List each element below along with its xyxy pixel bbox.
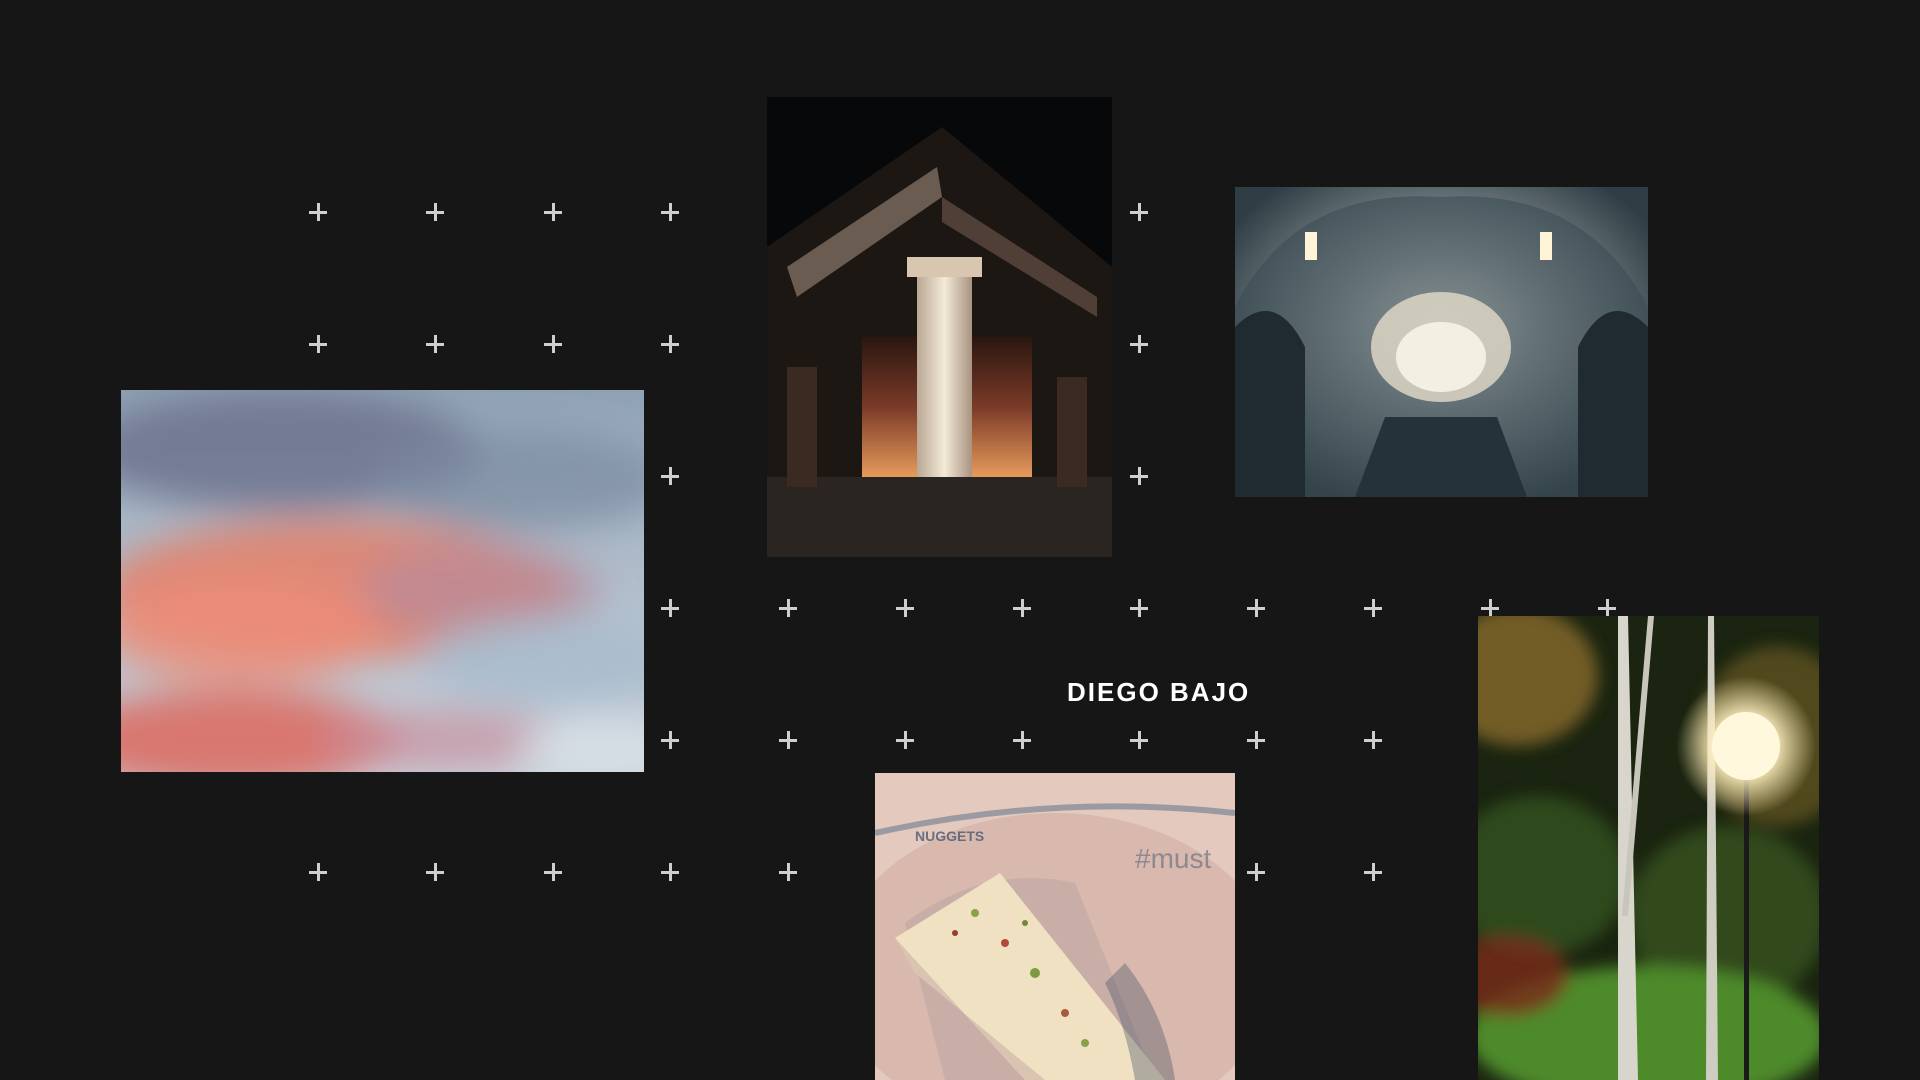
clouds-image — [121, 390, 644, 772]
plus-icon — [661, 863, 679, 881]
building-image — [767, 97, 1112, 557]
plus-icon — [661, 731, 679, 749]
plus-icon — [1130, 731, 1148, 749]
plus-icon — [1481, 599, 1499, 617]
photo-building[interactable] — [767, 97, 1112, 557]
plus-icon — [426, 335, 444, 353]
page-title: DIEGO BAJO — [1067, 677, 1251, 708]
plus-icon — [426, 863, 444, 881]
plus-icon — [1364, 731, 1382, 749]
photo-cake[interactable]: NUGGETS #must — [875, 773, 1235, 1080]
interior-image — [1235, 187, 1648, 497]
plus-icon — [661, 599, 679, 617]
plus-icon — [1247, 731, 1265, 749]
plus-icon — [1364, 863, 1382, 881]
plus-icon — [426, 203, 444, 221]
plus-icon — [779, 863, 797, 881]
plus-icon — [544, 203, 562, 221]
plus-icon — [309, 335, 327, 353]
plus-icon — [544, 863, 562, 881]
plus-icon — [1013, 599, 1031, 617]
photo-clouds[interactable] — [121, 390, 644, 772]
forest-image — [1478, 616, 1819, 1080]
photo-forest[interactable] — [1478, 616, 1819, 1080]
plus-icon — [779, 599, 797, 617]
plus-icon — [309, 863, 327, 881]
plus-icon — [1130, 335, 1148, 353]
plus-icon — [1130, 467, 1148, 485]
cake-image: NUGGETS #must — [875, 773, 1235, 1080]
plus-icon — [1130, 203, 1148, 221]
plus-icon — [1364, 599, 1382, 617]
plus-icon — [1598, 599, 1616, 617]
plus-icon — [1247, 863, 1265, 881]
plus-icon — [1247, 599, 1265, 617]
svg-text:NUGGETS: NUGGETS — [915, 828, 984, 844]
plus-icon — [661, 203, 679, 221]
plus-icon — [661, 467, 679, 485]
plus-icon — [896, 731, 914, 749]
photo-interior[interactable] — [1235, 187, 1648, 497]
plus-icon — [896, 599, 914, 617]
plus-icon — [544, 335, 562, 353]
plus-icon — [309, 203, 327, 221]
plus-icon — [661, 335, 679, 353]
plus-icon — [1013, 731, 1031, 749]
plus-icon — [1130, 599, 1148, 617]
plus-icon — [779, 731, 797, 749]
svg-text:#must: #must — [1135, 843, 1211, 874]
